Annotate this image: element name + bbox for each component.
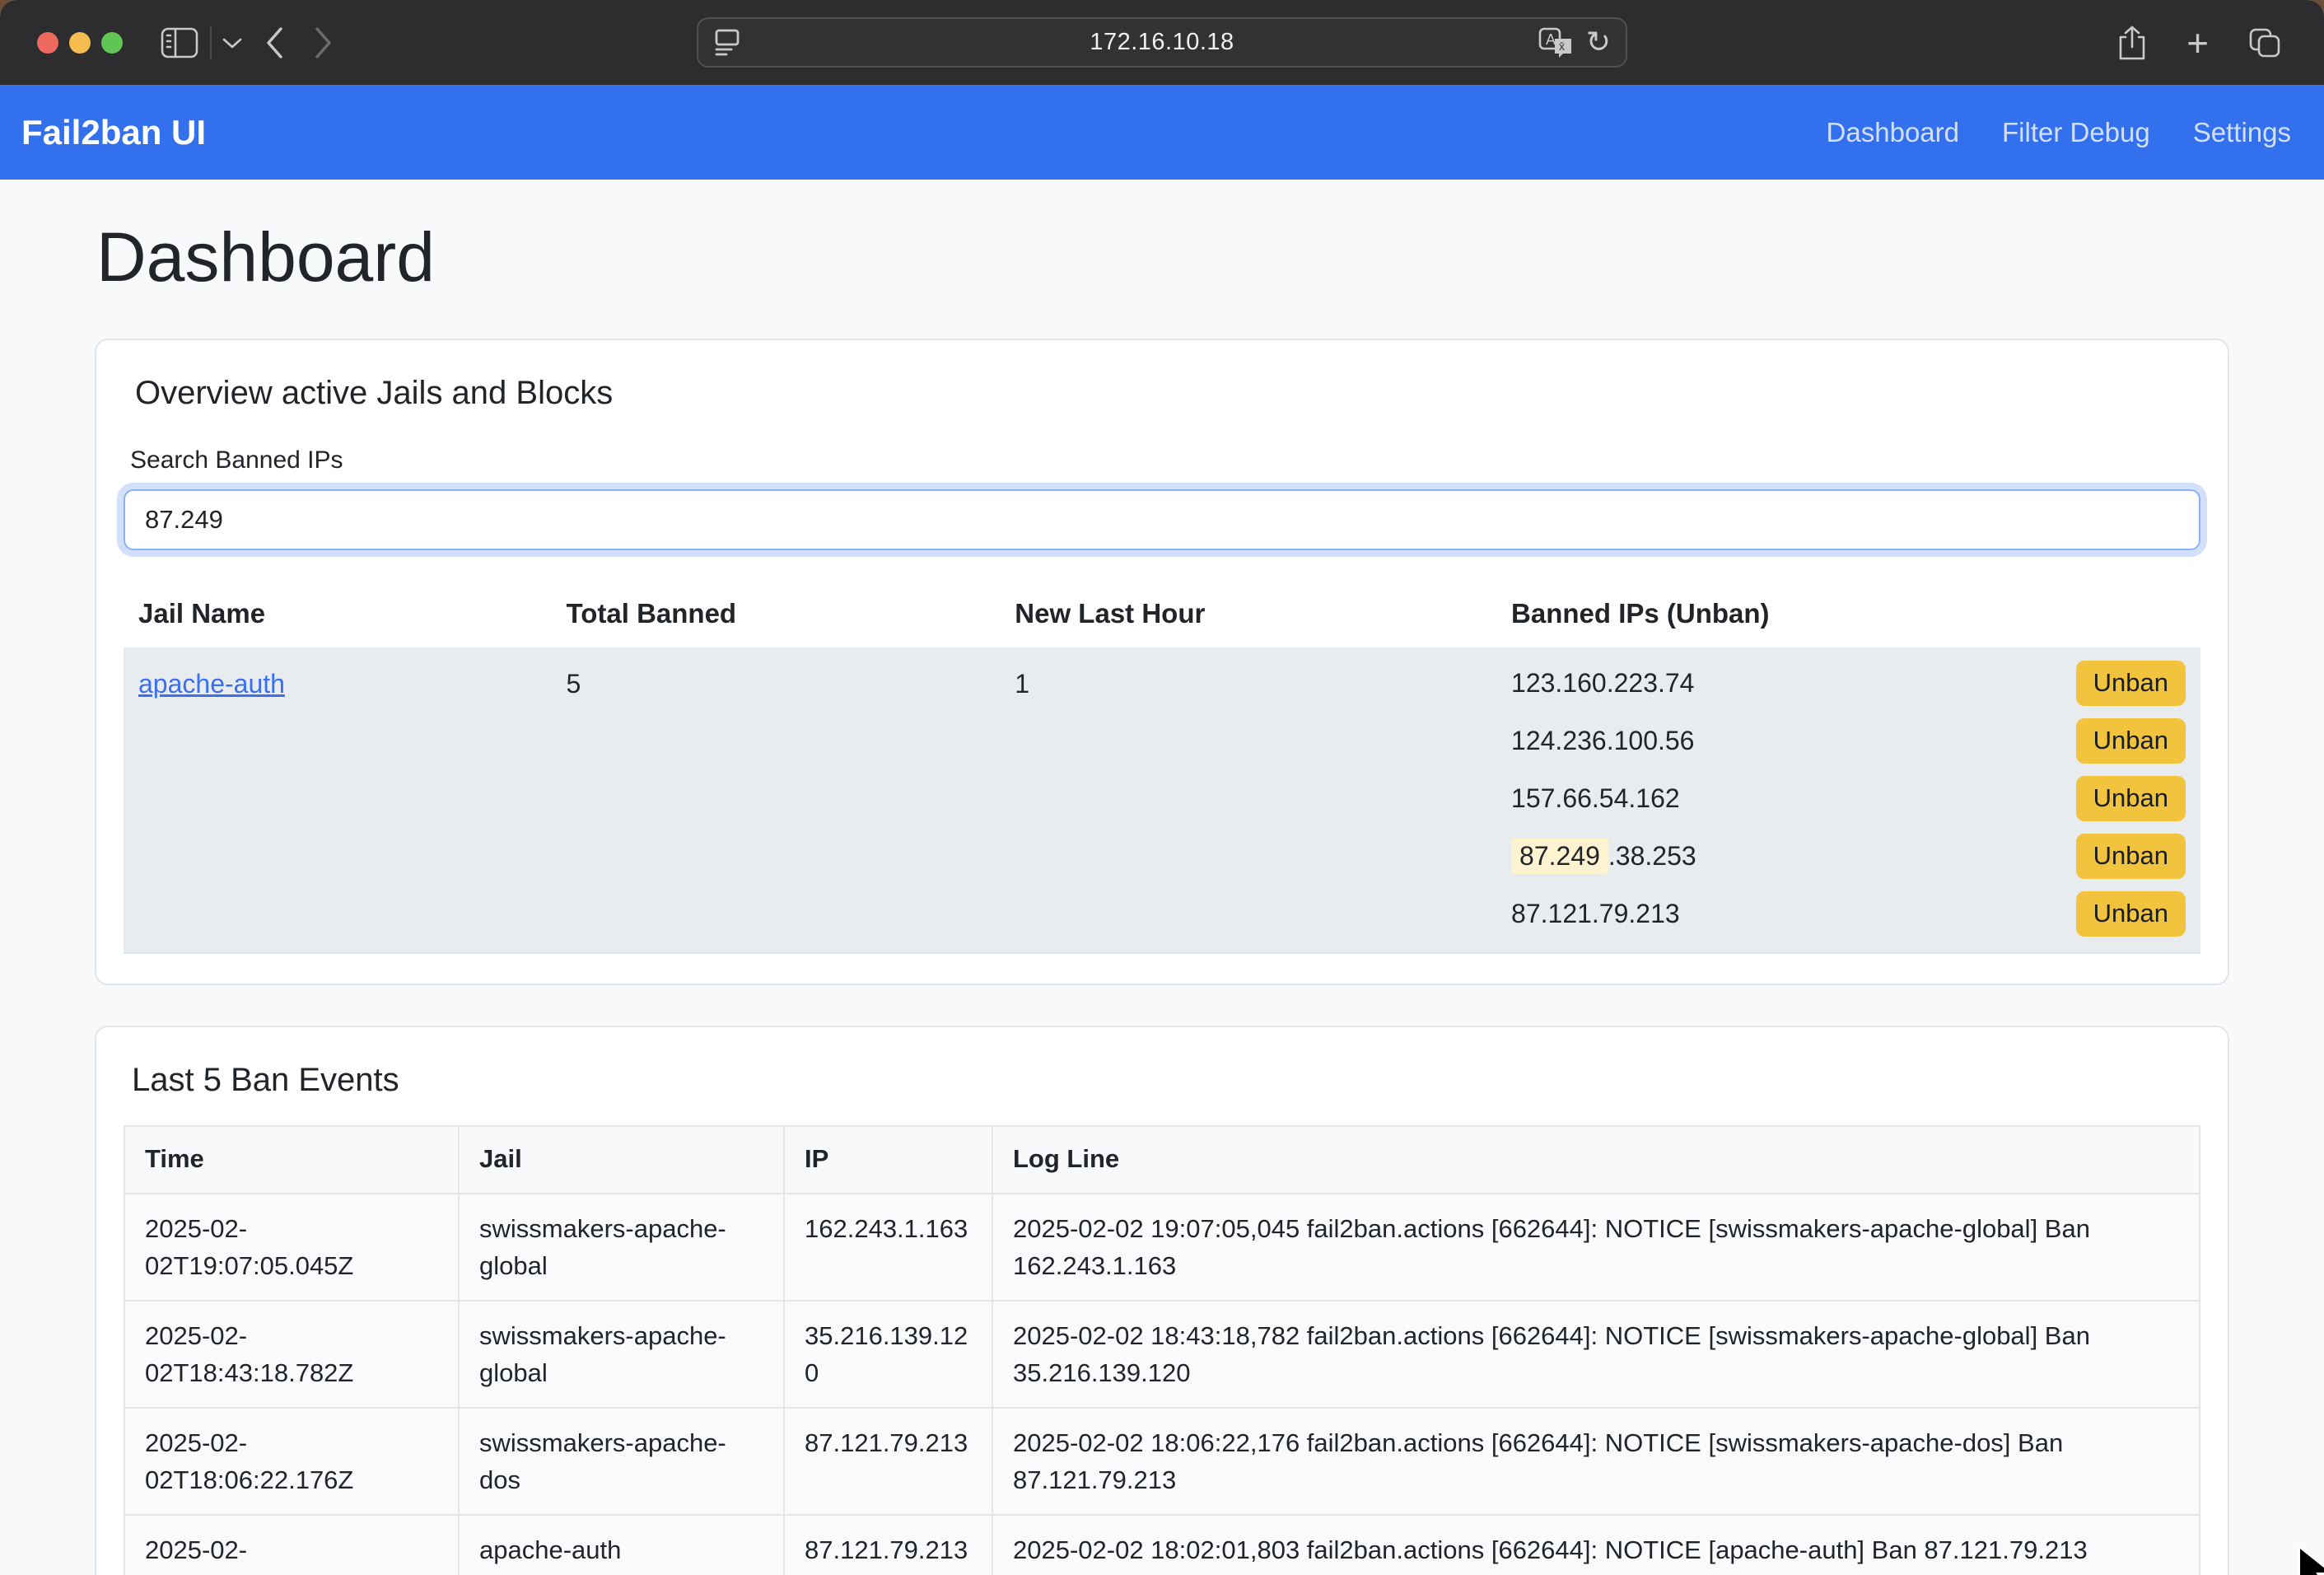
translate-icon: A x̄	[1538, 27, 1573, 58]
svg-text:A: A	[1546, 31, 1556, 48]
search-match-highlight: 87.249	[1511, 838, 1608, 874]
event-jail: swissmakers-apache-global	[459, 1194, 784, 1301]
new-last-hour-value: 1	[1000, 647, 1496, 953]
table-row: 2025-02-02T18:02:01.803Z apache-auth 87.…	[124, 1515, 2200, 1575]
total-banned-value: 5	[552, 647, 1001, 953]
nav-link-filter-debug[interactable]: Filter Debug	[2002, 117, 2150, 148]
event-ip: 162.243.1.163	[784, 1194, 992, 1301]
back-chevron-icon	[264, 26, 284, 59]
browser-window: 172.16.10.18 A x̄ ↻	[0, 0, 2324, 1575]
table-row: 2025-02-02T18:06:22.176Z swissmakers-apa…	[124, 1408, 2200, 1515]
event-time: 2025-02-02T18:02:01.803Z	[124, 1515, 459, 1575]
close-window-button[interactable]	[37, 32, 58, 54]
event-log-line: 2025-02-02 18:02:01,803 fail2ban.actions…	[992, 1515, 2200, 1575]
svg-text:x̄: x̄	[1559, 40, 1565, 53]
column-header-jail: Jail	[459, 1126, 784, 1194]
url-text: 172.16.10.18	[698, 29, 1626, 56]
plus-icon: +	[2186, 24, 2209, 62]
jails-table: Jail Name Total Banned New Last Hour Ban…	[124, 578, 2200, 954]
tab-overview-button[interactable]	[2248, 27, 2281, 58]
back-button[interactable]	[264, 26, 284, 59]
minimize-window-button[interactable]	[69, 32, 91, 54]
banned-ip-item: 124.236.100.56 Unban	[1511, 712, 2186, 769]
sidebar-icon	[161, 27, 198, 58]
share-button[interactable]	[2117, 25, 2147, 61]
event-log-line: 2025-02-02 19:07:05,045 fail2ban.actions…	[992, 1194, 2200, 1301]
event-jail: swissmakers-apache-global	[459, 1301, 784, 1408]
app-navbar: Fail2ban UI Dashboard Filter Debug Setti…	[0, 85, 2324, 180]
banned-ip-item: 123.160.223.74 Unban	[1511, 654, 2186, 712]
event-time: 2025-02-02T18:43:18.782Z	[124, 1301, 459, 1408]
nav-link-dashboard[interactable]: Dashboard	[1827, 117, 1959, 148]
nav-links: Dashboard Filter Debug Settings	[1827, 117, 2291, 148]
column-header-total-banned: Total Banned	[552, 578, 1001, 647]
banned-ip-address: 87.121.79.213	[1511, 899, 1680, 929]
toolbar-divider	[210, 26, 212, 59]
jail-name-link[interactable]: apache-auth	[138, 669, 285, 699]
overview-card-title: Overview active Jails and Blocks	[135, 375, 2200, 412]
window-controls	[37, 32, 123, 54]
event-log-line: 2025-02-02 18:06:22,176 fail2ban.actions…	[992, 1408, 2200, 1515]
unban-button[interactable]: Unban	[2076, 718, 2186, 764]
event-ip: 87.121.79.213	[784, 1408, 992, 1515]
jails-table-header-row: Jail Name Total Banned New Last Hour Ban…	[124, 578, 2200, 647]
unban-button[interactable]: Unban	[2076, 776, 2186, 821]
nav-link-settings[interactable]: Settings	[2193, 117, 2291, 148]
chevron-down-icon	[222, 36, 243, 49]
unban-button[interactable]: Unban	[2076, 661, 2186, 706]
banned-ip-item: 87.121.79.213 Unban	[1511, 885, 2186, 942]
banned-ip-address: 87.249.38.253	[1511, 841, 1696, 872]
table-row: 2025-02-02T19:07:05.045Z swissmakers-apa…	[124, 1194, 2200, 1301]
column-header-log-line: Log Line	[992, 1126, 2200, 1194]
event-ip: 87.121.79.213	[784, 1515, 992, 1575]
events-table-header-row: Time Jail IP Log Line	[124, 1126, 2200, 1194]
banned-ip-address: 124.236.100.56	[1511, 726, 1694, 756]
search-label: Search Banned IPs	[130, 446, 2200, 474]
overview-card: Overview active Jails and Blocks Search …	[95, 339, 2229, 985]
mouse-cursor	[2296, 1545, 2324, 1575]
event-jail: apache-auth	[459, 1515, 784, 1575]
event-time: 2025-02-02T19:07:05.045Z	[124, 1194, 459, 1301]
search-banned-ips-input[interactable]	[124, 489, 2200, 550]
events-table: Time Jail IP Log Line 2025-02-02T19:07:0…	[124, 1125, 2200, 1575]
banned-ip-item: 157.66.54.162 Unban	[1511, 769, 2186, 827]
event-time: 2025-02-02T18:06:22.176Z	[124, 1408, 459, 1515]
page-content: Dashboard Overview active Jails and Bloc…	[0, 180, 2324, 1575]
unban-button[interactable]: Unban	[2076, 891, 2186, 937]
zoom-window-button[interactable]	[101, 32, 123, 54]
event-ip: 35.216.139.120	[784, 1301, 992, 1408]
banned-ip-item: 87.249.38.253 Unban	[1511, 827, 2186, 885]
reload-button[interactable]: ↻	[1586, 28, 1611, 58]
tabs-icon	[2248, 27, 2281, 58]
table-row: apache-auth 5 1 123.160.223.74 Unban 124…	[124, 647, 2200, 953]
column-header-banned-ips: Banned IPs (Unban)	[1496, 578, 2200, 647]
sidebar-toggle-button[interactable]	[161, 27, 198, 58]
address-bar[interactable]: 172.16.10.18 A x̄ ↻	[697, 17, 1627, 68]
sidebar-menu-chevron-button[interactable]	[222, 36, 243, 49]
column-header-jail-name: Jail Name	[124, 578, 552, 647]
table-row: 2025-02-02T18:43:18.782Z swissmakers-apa…	[124, 1301, 2200, 1408]
share-icon	[2117, 25, 2147, 61]
new-tab-button[interactable]: +	[2186, 24, 2209, 62]
browser-toolbar: 172.16.10.18 A x̄ ↻	[0, 0, 2324, 85]
page-format-icon	[713, 28, 741, 58]
events-card: Last 5 Ban Events Time Jail IP Log Line …	[95, 1026, 2229, 1575]
forward-chevron-icon	[314, 26, 334, 59]
event-jail: swissmakers-apache-dos	[459, 1408, 784, 1515]
column-header-time: Time	[124, 1126, 459, 1194]
event-log-line: 2025-02-02 18:43:18,782 fail2ban.actions…	[992, 1301, 2200, 1408]
column-header-new-last-hour: New Last Hour	[1000, 578, 1496, 647]
column-header-ip: IP	[784, 1126, 992, 1194]
forward-button[interactable]	[314, 26, 334, 59]
events-card-title: Last 5 Ban Events	[132, 1062, 2200, 1099]
banned-ip-address: 123.160.223.74	[1511, 668, 1694, 699]
unban-button[interactable]: Unban	[2076, 834, 2186, 879]
reload-icon: ↻	[1586, 28, 1611, 58]
banned-ip-address: 157.66.54.162	[1511, 783, 1680, 814]
page-title: Dashboard	[96, 217, 2229, 297]
brand-title: Fail2ban UI	[21, 113, 206, 152]
